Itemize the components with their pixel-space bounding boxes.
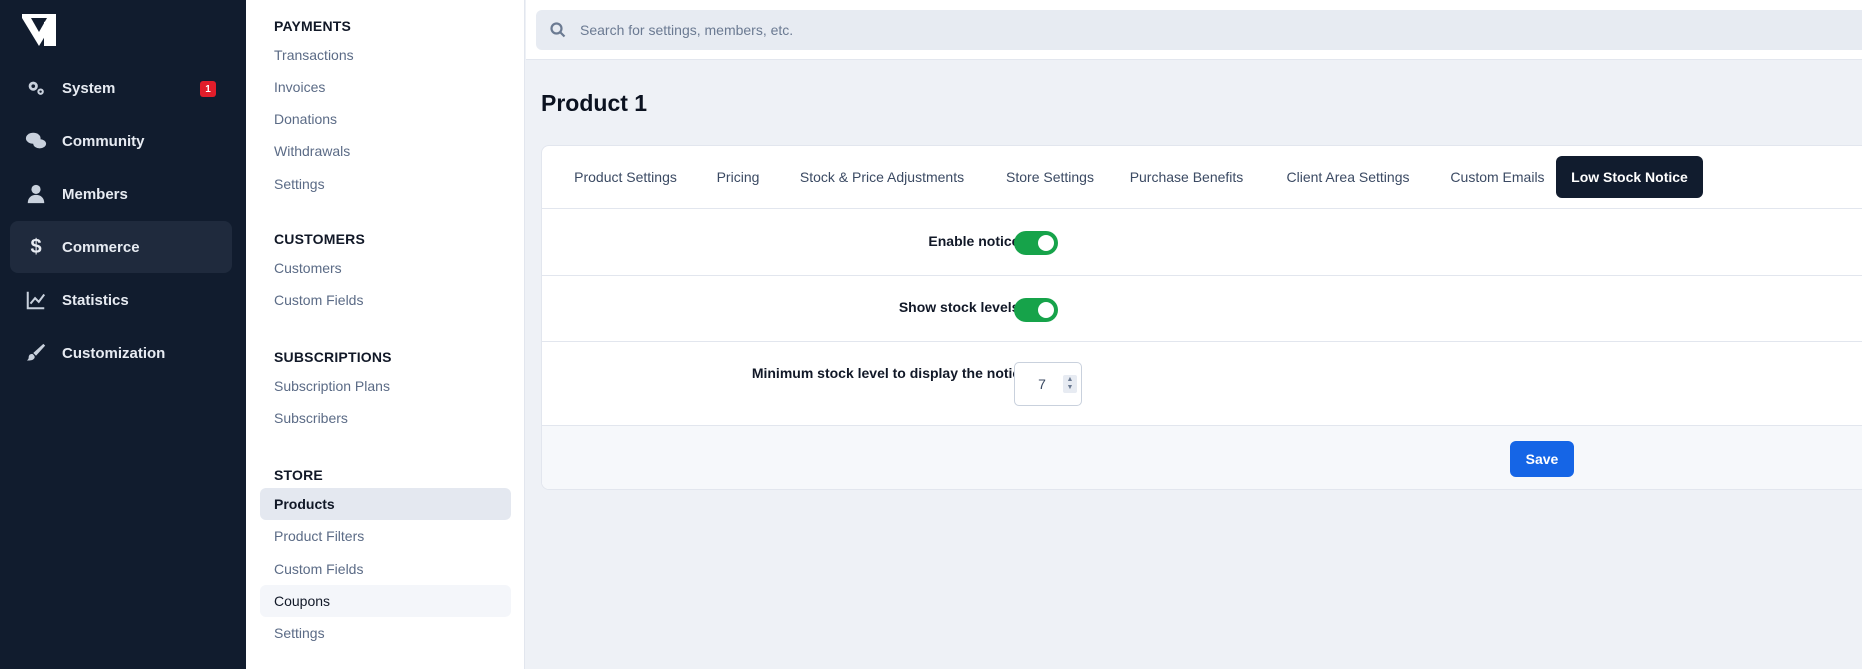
tab-purchase-benefits[interactable]: Purchase Benefits <box>1118 156 1255 198</box>
save-button[interactable]: Save <box>1510 441 1574 477</box>
enable-notice-toggle[interactable] <box>1014 231 1058 255</box>
chat-icon <box>24 129 48 153</box>
subnav-item-withdrawals[interactable]: Withdrawals <box>260 135 511 167</box>
toggle-knob <box>1038 302 1054 318</box>
form-footer: Save <box>542 426 1862 489</box>
toggle-knob <box>1038 235 1054 251</box>
setting-row-show-stock: Show stock levels? <box>542 276 1862 342</box>
product-settings-card: Product Settings Pricing Stock & Price A… <box>541 145 1862 490</box>
section-title-subscriptions: SUBSCRIPTIONS <box>274 349 392 365</box>
subnav-item-products[interactable]: Products <box>260 488 511 520</box>
chevron-down-icon[interactable]: ▼ <box>1067 384 1074 392</box>
subnav-item-subscription-plans[interactable]: Subscription Plans <box>260 370 511 402</box>
spin-buttons[interactable]: ▲ ▼ <box>1063 375 1077 393</box>
search-input[interactable] <box>580 22 1480 38</box>
subnav-item-donations[interactable]: Donations <box>260 103 511 135</box>
chart-line-icon <box>24 288 48 312</box>
tab-product-settings[interactable]: Product Settings <box>556 156 695 198</box>
nav-item-label: System <box>62 79 116 97</box>
nav-item-community[interactable]: Community <box>10 115 232 167</box>
section-title-customers: CUSTOMERS <box>274 231 365 247</box>
chevron-up-icon[interactable]: ▲ <box>1067 376 1074 384</box>
nav-item-label: Members <box>62 185 128 203</box>
subnav-item-subscribers[interactable]: Subscribers <box>260 402 511 434</box>
show-stock-label: Show stock levels? <box>898 299 1028 315</box>
brand-logo[interactable] <box>22 14 56 46</box>
min-stock-input[interactable] <box>1015 363 1063 405</box>
show-stock-toggle[interactable] <box>1014 298 1058 322</box>
main-sidebar: System 1 Community Members $ Commerce St… <box>0 0 246 669</box>
user-icon <box>24 182 48 206</box>
tab-low-stock-notice[interactable]: Low Stock Notice <box>1556 156 1703 198</box>
setting-row-enable-notice: Enable notice? <box>542 209 1862 276</box>
nav-item-statistics[interactable]: Statistics <box>10 274 232 326</box>
dollar-icon: $ <box>30 235 42 258</box>
page-title: Product 1 <box>541 90 648 116</box>
nav-item-label: Customization <box>62 344 166 362</box>
min-stock-label: Minimum stock level to display the notic… <box>751 365 1028 381</box>
subnav-item-coupons[interactable]: Coupons <box>260 585 511 617</box>
nav-item-system[interactable]: System 1 <box>10 62 232 114</box>
subnav-item-payment-settings[interactable]: Settings <box>260 168 511 200</box>
notification-badge: 1 <box>200 81 216 97</box>
nav-item-commerce[interactable]: $ Commerce <box>10 221 232 273</box>
section-title-payments: PAYMENTS <box>274 18 352 34</box>
tab-stock-price-adjustments[interactable]: Stock & Price Adjustments <box>782 156 982 198</box>
tab-bar: Product Settings Pricing Stock & Price A… <box>542 146 1862 209</box>
secondary-sidebar: PAYMENTS Transactions Invoices Donations… <box>246 0 525 669</box>
gears-icon <box>24 76 48 100</box>
min-stock-stepper[interactable]: ▲ ▼ <box>1014 362 1082 406</box>
nav-item-members[interactable]: Members <box>10 168 232 220</box>
subnav-item-product-filters[interactable]: Product Filters <box>260 520 511 552</box>
subnav-item-invoices[interactable]: Invoices <box>260 71 511 103</box>
subnav-item-transactions[interactable]: Transactions <box>260 39 511 71</box>
setting-row-min-stock: Minimum stock level to display the notic… <box>542 342 1862 426</box>
subnav-item-customer-custom-fields[interactable]: Custom Fields <box>260 284 511 316</box>
subnav-item-store-settings[interactable]: Settings <box>260 617 511 649</box>
brush-icon <box>24 341 48 365</box>
subnav-item-customers[interactable]: Customers <box>260 252 511 284</box>
search-box[interactable] <box>536 10 1862 50</box>
nav-item-label: Commerce <box>62 238 140 256</box>
tab-store-settings[interactable]: Store Settings <box>995 156 1105 198</box>
tab-client-area-settings[interactable]: Client Area Settings <box>1269 156 1427 198</box>
nav-item-label: Community <box>62 132 145 150</box>
nav-item-customization[interactable]: Customization <box>10 327 232 379</box>
tab-pricing[interactable]: Pricing <box>708 156 768 198</box>
subnav-item-store-custom-fields[interactable]: Custom Fields <box>260 553 511 585</box>
top-bar <box>526 0 1862 60</box>
section-title-store: STORE <box>274 467 323 483</box>
tab-custom-emails[interactable]: Custom Emails <box>1440 156 1555 198</box>
nav-item-label: Statistics <box>62 291 129 309</box>
search-icon <box>550 22 566 38</box>
